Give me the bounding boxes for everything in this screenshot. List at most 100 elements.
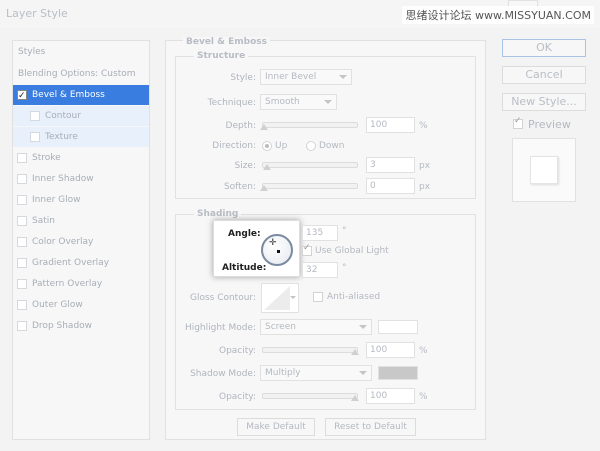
altitude-unit: ° [342, 263, 347, 273]
highlight-opacity-field[interactable]: 100 [366, 342, 415, 358]
outer-glow-checkbox[interactable] [17, 300, 27, 310]
direction-up-radio[interactable] [262, 141, 272, 151]
size-field[interactable]: 3 [366, 157, 415, 173]
technique-label: Technique: [207, 98, 256, 108]
style-value: Inner Bevel [265, 72, 317, 82]
direction-down-radio[interactable] [306, 141, 316, 151]
preview-label: Preview [528, 118, 571, 131]
color-overlay-label: Color Overlay [32, 237, 94, 247]
satin-item[interactable]: Satin [13, 211, 149, 231]
inner-shadow-checkbox[interactable] [17, 174, 27, 184]
ok-button[interactable]: OK [502, 39, 586, 57]
soften-slider[interactable] [260, 183, 358, 191]
chevron-down-icon [359, 371, 367, 375]
highlight-color-swatch[interactable] [378, 320, 418, 334]
make-default-button[interactable]: Make Default [237, 418, 315, 436]
inner-shadow-item[interactable]: Inner Shadow [13, 169, 149, 189]
pattern-overlay-label: Pattern Overlay [32, 279, 103, 289]
soften-slider-thumb[interactable] [260, 185, 268, 191]
chevron-down-icon [324, 100, 332, 104]
styles-label: Styles [18, 47, 46, 57]
outer-glow-item[interactable]: Outer Glow [13, 295, 149, 315]
depth-unit: % [419, 121, 428, 131]
gradient-overlay-label: Gradient Overlay [32, 258, 110, 268]
gradient-overlay-item[interactable]: Gradient Overlay [13, 253, 149, 273]
shadow-opacity-thumb[interactable] [351, 395, 359, 401]
drop-shadow-checkbox[interactable] [17, 321, 27, 331]
color-overlay-item[interactable]: Color Overlay [13, 232, 149, 252]
gloss-contour-label: Gloss Contour: [189, 293, 256, 303]
contour-curve-icon [264, 286, 290, 310]
inner-glow-item[interactable]: Inner Glow [13, 190, 149, 210]
contour-item[interactable]: Contour [13, 106, 149, 126]
altitude-field[interactable]: 32 [302, 262, 338, 278]
styles-header[interactable]: Styles [13, 42, 149, 62]
soften-unit: px [419, 182, 431, 192]
technique-dropdown[interactable]: Smooth [260, 94, 337, 110]
color-overlay-checkbox[interactable] [17, 237, 27, 247]
satin-label: Satin [32, 216, 55, 226]
structure-title: Structure [194, 51, 249, 61]
highlight-opacity-thumb[interactable] [351, 349, 359, 355]
style-dropdown[interactable]: Inner Bevel [260, 69, 352, 85]
anti-aliased-label: Anti-aliased [327, 292, 381, 302]
drop-shadow-item[interactable]: Drop Shadow [13, 316, 149, 336]
use-global-light-checkbox[interactable] [302, 243, 312, 256]
angle-field[interactable]: 135 [302, 225, 338, 241]
stroke-item[interactable]: Stroke [13, 148, 149, 168]
contour-checkbox[interactable] [30, 111, 40, 121]
texture-checkbox[interactable] [30, 132, 40, 142]
depth-slider-thumb[interactable] [260, 124, 268, 130]
size-slider[interactable] [262, 162, 358, 170]
contour-label: Contour [45, 111, 81, 121]
shadow-opacity-slider[interactable] [262, 393, 359, 401]
direction-down-label: Down [319, 141, 345, 151]
shadow-mode-dropdown[interactable]: Multiply [260, 365, 372, 381]
shadow-color-swatch[interactable] [378, 366, 418, 380]
size-unit: px [419, 161, 431, 171]
size-label: Size: [234, 161, 256, 171]
direction-label: Direction: [212, 141, 256, 151]
chevron-down-icon [290, 296, 296, 299]
preview-thumbnail [530, 156, 558, 184]
satin-checkbox[interactable] [17, 216, 27, 226]
anti-aliased-checkbox[interactable] [313, 292, 323, 302]
style-preview [512, 138, 576, 202]
title-bar: Layer Style 思绪设计论坛 www.MISSYUAN.COM [0, 0, 600, 28]
stroke-label: Stroke [32, 153, 61, 163]
highlight-mode-dropdown[interactable]: Screen [260, 319, 372, 335]
depth-field[interactable]: 100 [366, 117, 415, 133]
pattern-overlay-item[interactable]: Pattern Overlay [13, 274, 149, 294]
bevel-emboss-item[interactable]: Bevel & Emboss [13, 85, 149, 106]
highlight-opacity-slider[interactable] [262, 347, 359, 355]
preview-checkbox[interactable] [513, 116, 523, 129]
reset-to-default-button[interactable]: Reset to Default [325, 418, 416, 436]
gradient-overlay-checkbox[interactable] [17, 258, 27, 268]
new-style-button[interactable]: New Style... [502, 93, 586, 111]
blending-options-item[interactable]: Blending Options: Custom [13, 64, 149, 84]
soften-field[interactable]: 0 [366, 178, 415, 194]
cancel-button[interactable]: Cancel [502, 66, 586, 84]
watermark: 思绪设计论坛 www.MISSYUAN.COM [402, 6, 594, 24]
inner-glow-label: Inner Glow [32, 195, 81, 205]
highlight-mode-value: Screen [265, 322, 296, 332]
depth-slider[interactable] [260, 122, 358, 130]
use-global-light-label: Use Global Light [315, 246, 389, 256]
style-label: Style: [230, 73, 256, 83]
styles-panel: Styles Blending Options: Custom Bevel & … [12, 40, 150, 440]
stroke-checkbox[interactable] [17, 153, 27, 163]
inner-glow-checkbox[interactable] [17, 195, 27, 205]
gloss-contour-picker[interactable] [261, 283, 299, 313]
pattern-overlay-checkbox[interactable] [17, 279, 27, 289]
angle-altitude-picker[interactable]: Angle: Altitude: ✛ [213, 220, 300, 277]
blending-options-label: Blending Options: Custom [18, 69, 136, 79]
bevel-emboss-title: Bevel & Emboss [183, 37, 270, 47]
soften-label: Soften: [223, 182, 256, 192]
angle-dial[interactable]: ✛ [261, 234, 293, 266]
texture-item[interactable]: Texture [13, 127, 149, 147]
size-slider-thumb[interactable] [263, 164, 271, 170]
bevel-emboss-checkbox[interactable] [17, 86, 27, 106]
shadow-opacity-field[interactable]: 100 [366, 388, 415, 404]
altitude-label: Altitude: [222, 263, 267, 273]
shadow-mode-value: Multiply [265, 368, 301, 378]
